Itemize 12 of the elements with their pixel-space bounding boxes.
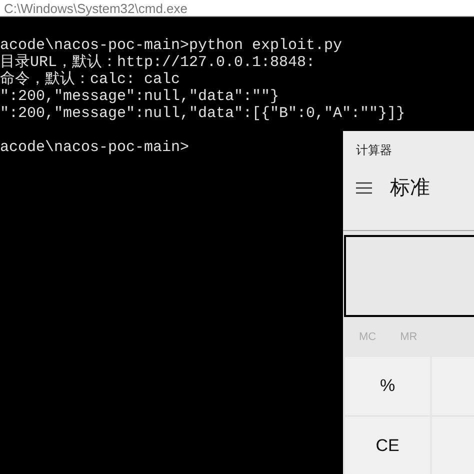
window-title: 计算器 — [356, 142, 392, 159]
console-line: ":200,"message":null,"data":""} — [0, 88, 280, 105]
menu-icon[interactable] — [356, 182, 372, 194]
console-line: acode\nacos-poc-main> — [0, 139, 190, 156]
calculator-key[interactable]: % — [345, 357, 430, 415]
window-title: C:\Windows\System32\cmd.exe — [4, 1, 188, 16]
console-line: 命令，默认：calc: calc — [0, 71, 180, 88]
console-line: 目录URL，默认：http://127.0.0.1:8848: — [0, 54, 316, 71]
mode-title: 标准 — [390, 176, 430, 201]
console-line: acode\nacos-poc-main>python exploit.py — [0, 37, 342, 54]
calculator-key[interactable]: CE — [345, 417, 430, 474]
console-line: ":200,"message":null,"data":[{"B":0,"A":""}]} — [0, 105, 406, 122]
